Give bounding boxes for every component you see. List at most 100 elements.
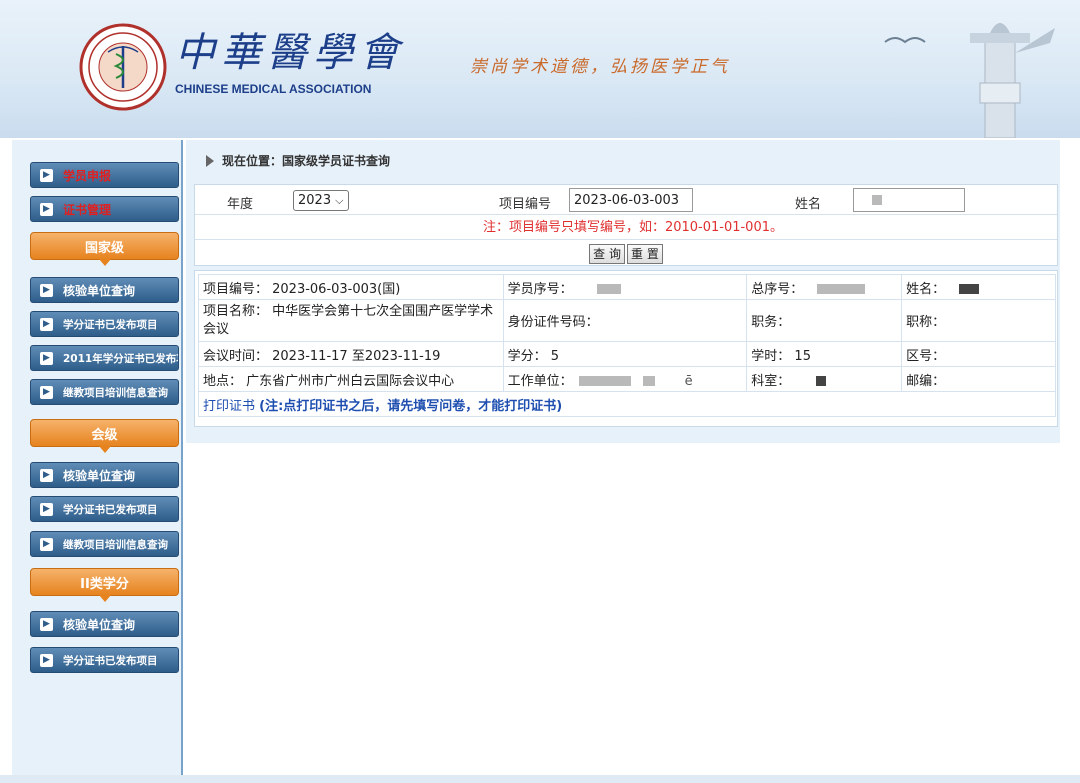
name-cell: 姓名： <box>901 274 1056 300</box>
sidebar-category-class2-credit: II类学分 <box>30 568 179 602</box>
sidebar-item-label: 继教项目培训信息查询 <box>63 386 168 399</box>
redacted-name <box>872 195 882 205</box>
hours-cell: 学时： 15 <box>746 341 903 367</box>
category-label: 国家级 <box>84 240 124 256</box>
logo-title: 中華醫學會 <box>175 30 405 76</box>
name-label: 姓名： <box>906 281 946 297</box>
redacted-value <box>642 376 655 386</box>
chevron-down-icon: ⌵ <box>335 193 344 207</box>
sidebar-item-label: 核验单位查询 <box>63 617 136 632</box>
arrow-right-icon: ▶ <box>40 653 53 667</box>
arrow-right-icon: ▶ <box>40 537 53 551</box>
sidebar-item-training-info-association[interactable]: ▶ 继教项目培训信息查询 <box>30 531 179 557</box>
student-no-label: 学员序号： <box>507 281 573 297</box>
sidebar-item-label: 学分证书已发布项目 <box>63 654 158 667</box>
redacted-value <box>596 284 621 294</box>
project-name-cell: 项目名称： 中华医学会第十七次全国围产医学学术会议 <box>198 299 504 342</box>
id-cell: 身份证件号码： <box>502 299 748 342</box>
sidebar-category-association: 会级 <box>30 419 179 453</box>
work-unit-cell: 工作单位： ē <box>502 366 748 392</box>
sidebar-item-verify-unit-national[interactable]: ▶ 核验单位查询 <box>30 277 179 303</box>
sidebar-item-label: 2011年学分证书已发布项目 <box>63 352 178 365</box>
redacted-value <box>816 376 827 386</box>
total-no-cell: 总序号： <box>746 274 903 300</box>
certificate-info-table: 项目编号： 2023-06-03-003(国) 学员序号： 总序号： 姓名： 项… <box>198 274 1056 417</box>
table-row: 会议时间： 2023-11-17 至2023-11-19 学分： 5 学时： 1… <box>198 341 1056 367</box>
dept-label: 科室： <box>751 373 791 389</box>
project-no-hint: 注：项目编号只填写编号，如：2010-01-01-001。 <box>195 216 1057 240</box>
redacted-value <box>959 284 980 294</box>
cma-seal-logo <box>79 23 167 111</box>
redacted-value <box>578 376 631 386</box>
search-form: 年度 2023 ⌵ 项目编号 2023-06-03-003 姓名 注：项目编号只… <box>194 184 1058 266</box>
total-no-label: 总序号： <box>751 281 804 297</box>
sidebar-item-published-projects-association[interactable]: ▶ 学分证书已发布项目 <box>30 496 179 522</box>
sidebar-category-national: 国家级 <box>30 232 179 266</box>
print-cell: 打印证书 (注:点打印证书之后，请先填写问卷，才能打印证书) <box>198 391 1056 417</box>
student-no-cell: 学员序号： <box>502 274 748 300</box>
table-row: 打印证书 (注:点打印证书之后，请先填写问卷，才能打印证书) <box>198 391 1056 417</box>
dept-cell: 科室： <box>746 366 903 392</box>
huabiao-pillar-decoration <box>970 23 1055 138</box>
year-value: 2023 <box>298 193 332 208</box>
sidebar-item-label: 学分证书已发布项目 <box>63 503 158 516</box>
redacted-value <box>817 284 866 294</box>
sidebar-item-2011-published-projects[interactable]: ▶ 2011年学分证书已发布项目 <box>30 345 179 371</box>
arrow-right-icon: ▶ <box>40 283 53 297</box>
meeting-time-cell: 会议时间： 2023-11-17 至2023-11-19 <box>198 341 504 367</box>
sidebar-item-training-info-national[interactable]: ▶ 继教项目培训信息查询 <box>30 379 179 405</box>
year-select[interactable]: 2023 ⌵ <box>293 190 349 211</box>
category-label: II类学分 <box>80 576 129 592</box>
sidebar-item-verify-unit-association[interactable]: ▶ 核验单位查询 <box>30 462 179 488</box>
sidebar-item-label: 核验单位查询 <box>63 468 136 483</box>
triangle-right-icon <box>206 154 214 167</box>
sidebar-item-label: 核验单位查询 <box>63 283 136 298</box>
breadcrumb: 现在位置：国家级学员证书查询 <box>206 152 390 169</box>
year-label: 年度 <box>227 197 254 212</box>
credit-cell: 学分： 5 <box>502 341 748 367</box>
print-certificate-link[interactable]: 打印证书 <box>203 399 255 414</box>
search-fields-row: 年度 2023 ⌵ 项目编号 2023-06-03-003 姓名 <box>195 185 1057 215</box>
reset-button[interactable]: 重 置 <box>627 243 663 264</box>
table-row: 地点： 广东省广州市广州白云国际会议中心 工作单位： ē 科室： 邮编： <box>198 366 1056 392</box>
footer-bar <box>0 775 1080 783</box>
site-header: 中華醫學會 CHINESE MEDICAL ASSOCIATION 崇尚学术道德… <box>0 0 1080 138</box>
area-code-cell: 区号： <box>901 341 1056 367</box>
project-no-label: 项目编号 <box>499 197 552 212</box>
sidebar-item-label: 学员申报 <box>63 168 112 183</box>
query-button[interactable]: 查 询 <box>589 243 625 264</box>
sidebar-item-student-apply[interactable]: ▶ 学员申报 <box>30 162 179 188</box>
table-row: 项目名称： 中华医学会第十七次全国围产医学学术会议 身份证件号码： 职务： 职称… <box>198 299 1056 342</box>
arrow-right-icon: ▶ <box>40 617 53 631</box>
category-label: 会级 <box>91 427 118 443</box>
arrow-right-icon: ▶ <box>40 202 53 216</box>
location-cell: 地点： 广东省广州市广州白云国际会议中心 <box>198 366 504 392</box>
name-input[interactable] <box>853 188 965 212</box>
search-actions: 查 询 重 置 <box>195 241 1057 266</box>
breadcrumb-text: 现在位置：国家级学员证书查询 <box>222 154 391 168</box>
sidebar: ▶ 学员申报 ▶ 证书管理 国家级 ▶ 核验单位查询 ▶ 学分证书已发布项目 ▶… <box>12 140 183 775</box>
work-unit-label: 工作单位： <box>507 373 573 389</box>
work-unit-tail: ē <box>684 373 693 389</box>
sidebar-item-verify-unit-class2[interactable]: ▶ 核验单位查询 <box>30 611 179 637</box>
sidebar-item-label: 学分证书已发布项目 <box>63 318 158 331</box>
print-note: (注:点打印证书之后，请先填写问卷，才能打印证书) <box>259 398 563 414</box>
project-no-input[interactable]: 2023-06-03-003 <box>569 188 693 212</box>
sidebar-item-published-projects-class2[interactable]: ▶ 学分证书已发布项目 <box>30 647 179 673</box>
main-panel: 现在位置：国家级学员证书查询 年度 2023 ⌵ 项目编号 2023-06-03… <box>186 140 1060 443</box>
certificate-result-panel: 项目编号： 2023-06-03-003(国) 学员序号： 总序号： 姓名： 项… <box>194 270 1058 427</box>
title-cell: 职称： <box>901 299 1056 342</box>
arrow-right-icon: ▶ <box>40 502 53 516</box>
project-no-cell: 项目编号： 2023-06-03-003(国) <box>198 274 504 300</box>
postcode-cell: 邮编： <box>901 366 1056 392</box>
arrow-right-icon: ▶ <box>40 168 53 182</box>
table-row: 项目编号： 2023-06-03-003(国) 学员序号： 总序号： 姓名： <box>198 274 1056 300</box>
sidebar-item-label: 继教项目培训信息查询 <box>63 538 168 551</box>
duty-cell: 职务： <box>746 299 903 342</box>
arrow-right-icon: ▶ <box>40 385 53 399</box>
slogan: 崇尚学术道德，弘扬医学正气 <box>470 57 730 77</box>
sidebar-item-published-projects-national[interactable]: ▶ 学分证书已发布项目 <box>30 311 179 337</box>
sidebar-item-certificate-management[interactable]: ▶ 证书管理 <box>30 196 179 222</box>
arrow-right-icon: ▶ <box>40 351 53 365</box>
arrow-right-icon: ▶ <box>40 468 53 482</box>
